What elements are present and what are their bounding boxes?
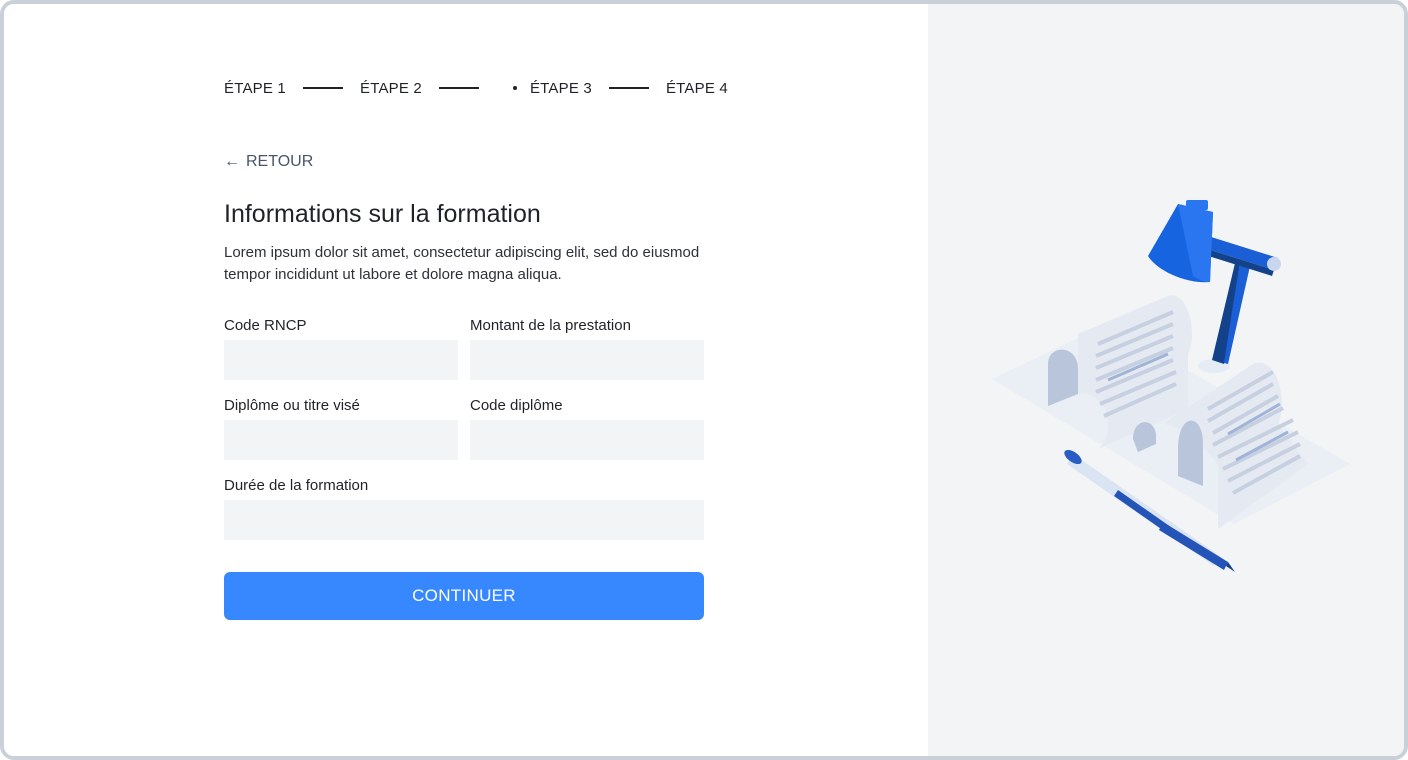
continue-button[interactable]: CONTINUER: [224, 572, 704, 620]
rncp-code-input[interactable]: [224, 340, 458, 380]
window-frame: ÉTAPE 1 ÉTAPE 2 ÉTAPE 3 ÉTAPE 4 ← RETOUR…: [0, 0, 1408, 760]
diploma-code-input[interactable]: [470, 420, 704, 460]
diploma-input[interactable]: [224, 420, 458, 460]
duration-input[interactable]: [224, 500, 704, 540]
step-connector: [438, 87, 479, 89]
amount-input[interactable]: [470, 340, 704, 380]
form-pane: ÉTAPE 1 ÉTAPE 2 ÉTAPE 3 ÉTAPE 4 ← RETOUR…: [4, 4, 928, 756]
step-2[interactable]: ÉTAPE 2: [360, 80, 422, 97]
paper-curl-shadow: [1178, 420, 1203, 486]
step-connector: [302, 87, 343, 89]
step-4[interactable]: ÉTAPE 4: [666, 80, 728, 97]
diploma-label: Diplôme ou titre visé: [224, 397, 360, 414]
back-link[interactable]: ← RETOUR: [224, 153, 313, 171]
step-connector: [608, 87, 649, 89]
desk-lamp-documents-pen-illustration: [992, 200, 1350, 572]
duration-label: Durée de la formation: [224, 477, 369, 494]
step-3[interactable]: ÉTAPE 3: [530, 80, 592, 97]
rncp-code-label: Code RNCP: [224, 317, 307, 334]
step-1[interactable]: ÉTAPE 1: [224, 80, 286, 97]
illustration-pane: [928, 4, 1404, 756]
amount-label: Montant de la prestation: [470, 317, 631, 334]
current-step-dot-icon: [512, 86, 517, 90]
page-description: Lorem ipsum dolor sit amet, consectetur …: [224, 244, 700, 283]
back-link-label: RETOUR: [246, 153, 314, 170]
page-title: Informations sur la formation: [224, 200, 541, 228]
arrow-left-icon: ←: [224, 153, 240, 170]
diploma-code-label: Code diplôme: [470, 397, 563, 414]
stepper: ÉTAPE 1 ÉTAPE 2 ÉTAPE 3 ÉTAPE 4: [224, 76, 728, 100]
